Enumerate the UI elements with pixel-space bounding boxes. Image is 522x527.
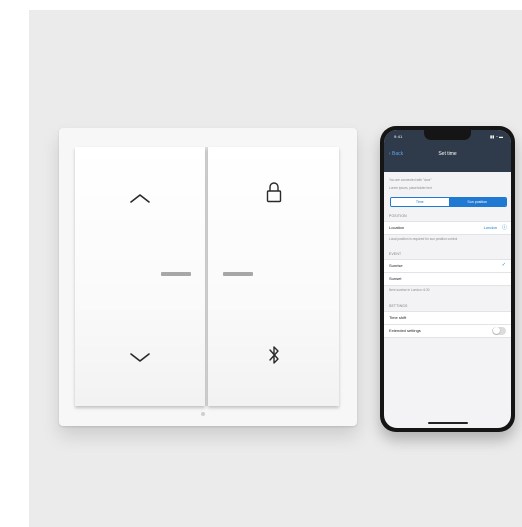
chevron-down-icon bbox=[130, 353, 150, 362]
left-led-indicator bbox=[161, 272, 191, 276]
settings-list: You are connected with "door" Lorem ipsu… bbox=[384, 172, 511, 428]
event-header: EVENT bbox=[389, 252, 402, 256]
toggle-knob bbox=[492, 327, 500, 334]
extended-settings-toggle[interactable] bbox=[492, 326, 506, 335]
right-led-indicator bbox=[223, 272, 253, 276]
left-rocker[interactable] bbox=[75, 147, 205, 406]
settings-header: SETTINGS bbox=[389, 304, 408, 308]
location-value: London bbox=[483, 225, 497, 230]
connection-info: You are connected with "door" bbox=[389, 178, 432, 182]
frame-screw-dot bbox=[201, 412, 205, 416]
segment-sun-position[interactable]: Sun position bbox=[448, 198, 506, 206]
right-rocker[interactable] bbox=[208, 147, 339, 406]
event-note: Next sunrise in London: 6:30 bbox=[389, 288, 430, 292]
segment-time[interactable]: Time bbox=[391, 198, 449, 206]
info-icon[interactable]: ⓘ bbox=[502, 224, 507, 231]
switch-insert bbox=[75, 147, 339, 406]
status-time: 9:41 bbox=[394, 134, 403, 139]
smartphone: 9:41 ▮▮ ◔ ▬ ‹ Back Set time You are conn… bbox=[380, 126, 515, 432]
mode-segmented-control: Time Sun position bbox=[390, 197, 507, 207]
time-shift-label: Time shift bbox=[389, 315, 407, 320]
location-label: Location bbox=[389, 225, 405, 230]
checkmark-icon: ✓ bbox=[501, 262, 506, 268]
sunset-row[interactable]: Sunset bbox=[384, 271, 511, 286]
screen-title: Set time bbox=[438, 151, 457, 157]
status-icons: ▮▮ ◔ ▬ bbox=[489, 134, 503, 139]
phone-notch bbox=[424, 130, 471, 140]
location-row[interactable]: Location London ⓘ bbox=[384, 221, 511, 235]
home-indicator bbox=[428, 422, 468, 424]
bluetooth-icon bbox=[268, 346, 279, 364]
sunset-label: Sunset bbox=[389, 275, 402, 281]
hint-text: Lorem ipsum, placeholder text bbox=[389, 186, 432, 190]
product-scene: 9:41 ▮▮ ◔ ▬ ‹ Back Set time You are conn… bbox=[29, 10, 522, 527]
position-note: Local position is required for sun posit… bbox=[389, 237, 458, 241]
extended-settings-label: Extended settings bbox=[389, 327, 421, 333]
phone-screen: 9:41 ▮▮ ◔ ▬ ‹ Back Set time You are conn… bbox=[384, 130, 511, 428]
wall-switch-frame bbox=[59, 128, 357, 426]
chevron-up-icon bbox=[130, 194, 150, 203]
position-header: POSITION bbox=[389, 214, 407, 218]
extended-settings-row: Extended settings bbox=[384, 323, 511, 338]
sunrise-label: Sunrise bbox=[389, 263, 403, 268]
padlock-icon bbox=[266, 182, 281, 203]
